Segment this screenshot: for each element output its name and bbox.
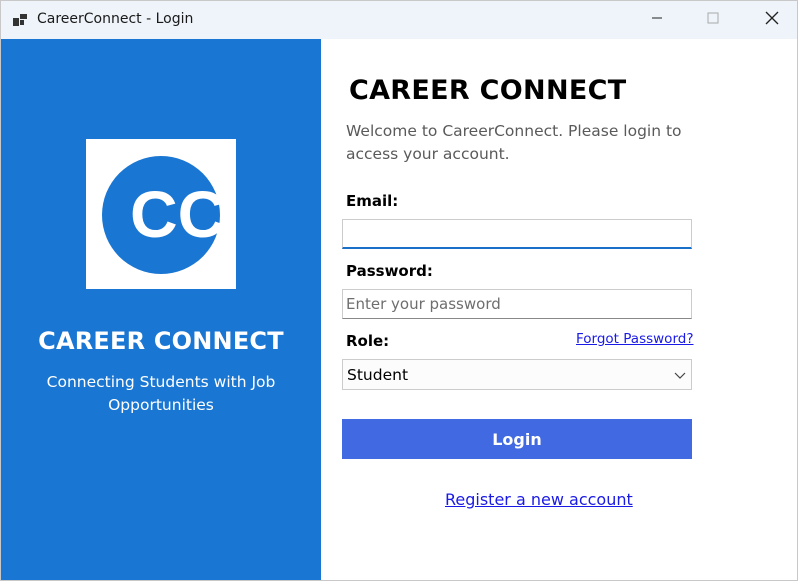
close-icon [765,11,779,30]
title-bar: CareerConnect - Login [1,1,797,39]
chevron-down-icon [673,368,687,382]
role-selected-value: Student [347,366,409,384]
brand-tagline: Connecting Students with Job Opportuniti… [46,373,276,414]
email-field[interactable] [342,219,692,249]
window-title: CareerConnect - Login [37,11,194,27]
form-heading: CAREER CONNECT [349,75,627,106]
logo: CC [86,139,236,289]
role-select[interactable]: Student [342,359,692,390]
brand-title: CAREER CONNECT [38,327,284,355]
branding-panel: CC CAREER CONNECT Connecting Students wi… [1,39,321,580]
minimize-icon [651,11,663,29]
login-button[interactable]: Login [342,419,692,459]
forgot-password-link[interactable]: Forgot Password? [576,331,694,347]
close-button[interactable] [742,1,797,39]
app-windows-icon [12,12,28,28]
welcome-text: Welcome to CareerConnect. Please login t… [346,122,682,163]
maximize-button[interactable] [683,1,743,39]
maximize-icon [707,11,719,29]
login-window: CareerConnect - Login CC CAREER CONNECT … [0,0,798,581]
minimize-button[interactable] [627,1,687,39]
logo-text: CC [130,177,221,251]
email-label: Email: [346,192,399,210]
register-link[interactable]: Register a new account [445,490,633,509]
password-field[interactable] [342,289,692,319]
role-label: Role: [346,332,390,350]
password-label: Password: [346,262,433,280]
